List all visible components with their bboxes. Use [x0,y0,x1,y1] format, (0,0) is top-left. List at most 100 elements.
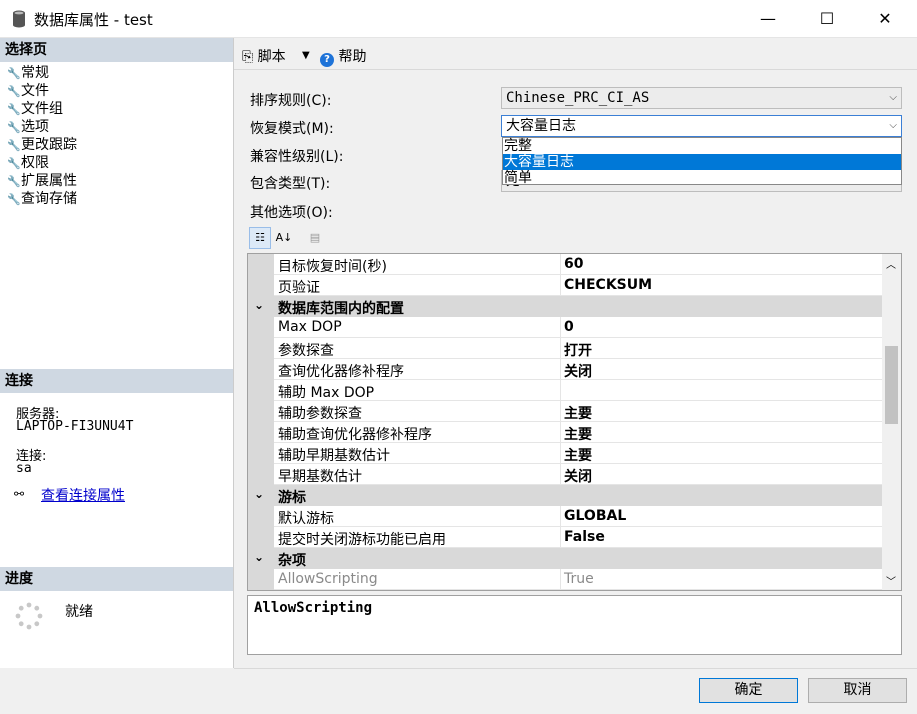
page-item-filegroups[interactable]: 🔧文件组 [7,100,63,118]
view-connection-properties-link[interactable]: 查看连接属性 [41,485,125,505]
page-label: 更改跟踪 [21,137,77,153]
property-name: 游标 [278,490,306,506]
close-button[interactable]: ✕ [862,0,908,38]
property-category-row[interactable]: ⌄ 杂项 [248,548,882,569]
property-value[interactable]: 关闭 [564,466,592,486]
page-label: 扩展属性 [21,173,77,189]
containment-type-label: 包含类型(T): [250,176,331,192]
row-gutter [248,527,274,548]
chevron-down-icon: ⌵ [889,92,897,103]
recovery-option-bulk-logged[interactable]: 大容量日志 [503,154,901,170]
property-value[interactable]: False [564,529,605,545]
collapse-chevron-icon[interactable]: ⌄ [254,298,264,312]
help-label: 帮助 [338,49,367,65]
property-row[interactable]: AllowScripting True [248,569,882,590]
page-item-general[interactable]: 🔧常规 [7,64,49,82]
page-label: 文件组 [21,101,63,117]
window-title: 数据库属性 - test [34,11,153,29]
connection-properties-icon: ⚯ [14,487,25,501]
property-row[interactable]: 辅助参数探查 主要 [248,401,882,422]
property-category-row[interactable]: ⌄ 数据库范围内的配置 [248,296,882,317]
property-row[interactable]: Max DOP 0 [248,317,882,338]
scroll-thumb[interactable] [885,346,898,424]
collation-select[interactable]: Chinese_PRC_CI_AS ⌵ [501,87,902,109]
property-row[interactable]: 页验证 CHECKSUM [248,275,882,296]
recovery-option-full[interactable]: 完整 [503,138,901,154]
recovery-model-dropdown-list: 完整 大容量日志 简单 [502,137,902,186]
property-row[interactable]: 辅助早期基数估计 主要 [248,443,882,464]
progress-status: 就绪 [65,604,93,620]
property-name: 辅助查询优化器修补程序 [278,427,432,443]
title-bar: 数据库属性 - test — ☐ ✕ [0,0,917,38]
property-row[interactable]: 早期基数估计 关闭 [248,464,882,485]
wrench-icon: 🔧 [7,85,21,98]
recovery-model-select[interactable]: 大容量日志 ⌵ [501,115,902,137]
property-row[interactable]: 辅助 Max DOP [248,380,882,401]
help-button[interactable]: ? 帮助 [320,46,366,67]
property-name: AllowScripting [278,571,378,587]
page-item-permissions[interactable]: 🔧权限 [7,154,49,172]
property-name: 辅助早期基数估计 [278,448,390,464]
column-divider [560,338,561,359]
collapse-chevron-icon[interactable]: ⌄ [254,550,264,564]
column-divider [560,317,561,338]
collapse-chevron-icon[interactable]: ⌄ [254,487,264,501]
property-category-row[interactable]: ⌄ 游标 [248,485,882,506]
page-item-change-tracking[interactable]: 🔧更改跟踪 [7,136,77,154]
property-value[interactable]: 60 [564,256,583,272]
progress-spinner-icon [15,602,43,630]
recovery-model-label: 恢复模式(M): [250,121,334,137]
property-value[interactable]: 主要 [564,445,592,465]
row-gutter [248,359,274,380]
page-label: 文件 [21,83,49,99]
column-divider [560,527,561,548]
property-value[interactable]: 主要 [564,403,592,423]
wrench-icon: 🔧 [7,139,21,152]
wrench-icon: 🔧 [7,157,21,170]
page-item-files[interactable]: 🔧文件 [7,82,49,100]
minimize-button[interactable]: — [745,0,791,38]
property-row[interactable]: 辅助查询优化器修补程序 主要 [248,422,882,443]
page-item-options[interactable]: 🔧选项 [7,118,49,136]
script-dropdown-arrow-icon[interactable]: ▼ [302,50,310,61]
property-row[interactable]: 查询优化器修补程序 关闭 [248,359,882,380]
property-description: AllowScripting [247,595,902,655]
recovery-option-simple[interactable]: 简单 [503,170,901,186]
row-gutter [248,569,274,590]
property-value[interactable]: 打开 [564,340,592,360]
property-name: 辅助 Max DOP [278,385,375,401]
page-item-query-store[interactable]: 🔧查询存储 [7,190,77,208]
property-value[interactable]: CHECKSUM [564,277,652,293]
property-row[interactable]: 参数探查 打开 [248,338,882,359]
property-value[interactable]: GLOBAL [564,508,626,524]
property-grid: 目标恢复时间(秒) 60 页验证 CHECKSUM ⌄ 数据库范围内的配置 Max DOP 0… [247,253,902,591]
script-button[interactable]: ⎘ 脚本 [242,46,286,66]
page-item-extended-properties[interactable]: 🔧扩展属性 [7,172,77,190]
property-value[interactable]: 主要 [564,424,592,444]
scroll-down-icon[interactable]: ﹀ [886,573,896,588]
column-divider [560,380,561,401]
property-row[interactable]: 默认游标 GLOBAL [248,506,882,527]
property-name: 页验证 [278,280,320,296]
page-label: 权限 [21,155,49,171]
property-name: 默认游标 [278,511,334,527]
property-name: 提交时关闭游标功能已启用 [278,532,446,548]
categorized-icon[interactable]: ☷ [249,227,271,249]
alphabetical-sort-icon[interactable]: A↓ [273,227,295,249]
maximize-button[interactable]: ☐ [804,0,850,38]
ok-button[interactable]: 确定 [699,678,798,703]
server-value: LAPTOP-FI3UNU4T [16,419,134,434]
property-row[interactable]: 提交时关闭游标功能已启用 False [248,527,882,548]
property-pages-icon[interactable]: ▤ [304,227,326,249]
vertical-scrollbar[interactable]: ︿ ﹀ [882,254,901,590]
property-name: 杂项 [278,553,306,569]
property-value[interactable]: 0 [564,319,574,335]
wrench-icon: 🔧 [7,67,21,80]
property-name: 参数探查 [278,343,334,359]
property-name: 数据库范围内的配置 [278,301,404,317]
cancel-button[interactable]: 取消 [808,678,907,703]
property-value[interactable]: 关闭 [564,361,592,381]
property-value[interactable]: True [564,571,594,587]
scroll-up-icon[interactable]: ︿ [886,256,896,271]
property-row[interactable]: 目标恢复时间(秒) 60 [248,254,882,275]
